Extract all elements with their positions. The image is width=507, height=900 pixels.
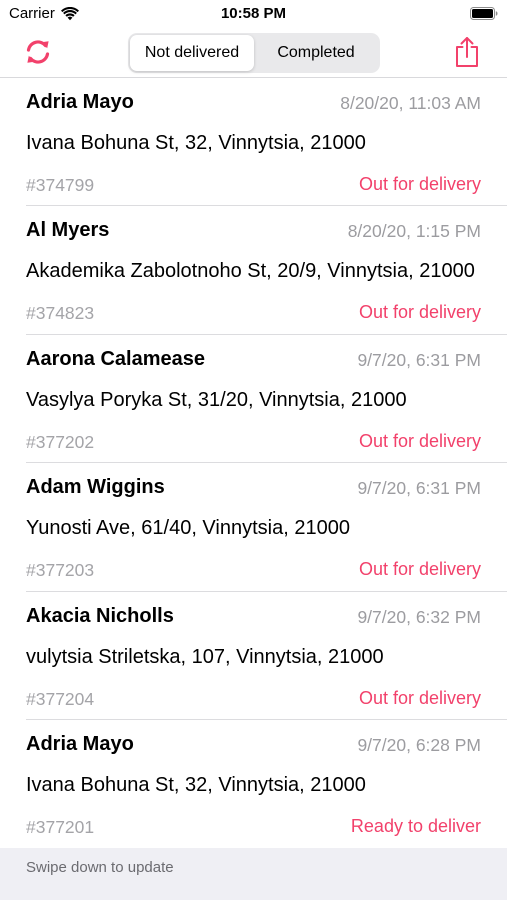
order-number: #377201 [26,816,95,837]
order-number: #377203 [26,560,95,581]
customer-name: Adria Mayo [26,91,134,113]
order-row[interactable]: Adam Wiggins 9/7/20, 6:31 PM Yunosti Ave… [0,463,507,592]
order-date: 9/7/20, 6:31 PM [357,478,481,499]
order-row[interactable]: Aarona Calamease 9/7/20, 6:31 PM Vasylya… [0,335,507,464]
delivery-status-segmented-control: Not delivered Completed [128,33,380,73]
delivery-address: Vasylya Poryka St, 31/20, Vinnytsia, 210… [26,388,407,411]
customer-name: Adria Mayo [26,732,134,755]
order-date: 8/20/20, 1:15 PM [347,221,481,242]
swipe-hint: Swipe down to update [26,859,174,876]
order-date: 8/20/20, 11:03 AM [340,93,481,113]
segment-completed[interactable]: Completed [254,35,378,71]
order-row[interactable]: Adria Mayo 8/20/20, 11:03 AM Ivana Bohun… [0,78,507,207]
delivery-address: Akademika Zabolotnoho St, 20/9, Vinnytsi… [26,260,475,283]
order-date: 9/7/20, 6:28 PM [357,734,481,755]
share-icon [456,37,478,67]
order-date: 9/7/20, 6:32 PM [357,606,481,627]
delivery-address: vulytsia Striletska, 107, Vinnytsia, 210… [26,645,384,668]
delivery-address: Ivana Bohuna St, 32, Vinnytsia, 21000 [26,773,366,796]
order-number: #374799 [26,175,95,195]
order-status: Out for delivery [358,687,481,708]
order-status: Out for delivery [358,430,481,451]
order-status: Out for delivery [358,559,481,580]
order-row[interactable]: Al Myers 8/20/20, 1:15 PM Akademika Zabo… [0,206,507,336]
order-number: #377204 [26,688,95,709]
customer-name: Adam Wiggins [26,476,165,499]
order-status: Out for delivery [358,174,481,194]
segment-not-delivered[interactable]: Not delivered [130,35,254,71]
customer-name: Aarona Calamease [26,347,205,370]
customer-name: Akacia Nicholls [26,604,174,627]
delivery-address: Ivana Bohuna St, 32, Vinnytsia, 21000 [26,132,366,154]
order-number: #374823 [26,303,95,324]
order-status: Out for delivery [358,302,481,323]
orders-list: Adria Mayo 8/20/20, 11:03 AM Ivana Bohun… [0,78,507,848]
footer-bar: Swipe down to update [0,848,507,900]
order-date: 9/7/20, 6:31 PM [357,349,481,370]
battery-icon [470,7,498,20]
order-row[interactable]: Adria Mayo 9/7/20, 6:28 PM Ivana Bohuna … [0,720,507,848]
order-row[interactable]: Akacia Nicholls 9/7/20, 6:32 PM vulytsia… [0,592,507,721]
nav-bar: Not delivered Completed [0,30,507,78]
order-status: Ready to deliver [350,815,481,836]
clock: 10:58 PM [220,5,287,22]
status-bar: Carrier 10:58 PM [0,0,507,30]
delivery-address: Yunosti Ave, 61/40, Vinnytsia, 21000 [26,517,350,540]
order-number: #377202 [26,431,95,452]
share-button[interactable] [452,34,482,70]
customer-name: Al Myers [26,219,110,242]
refresh-button[interactable] [22,36,54,68]
refresh-icon [26,40,50,64]
